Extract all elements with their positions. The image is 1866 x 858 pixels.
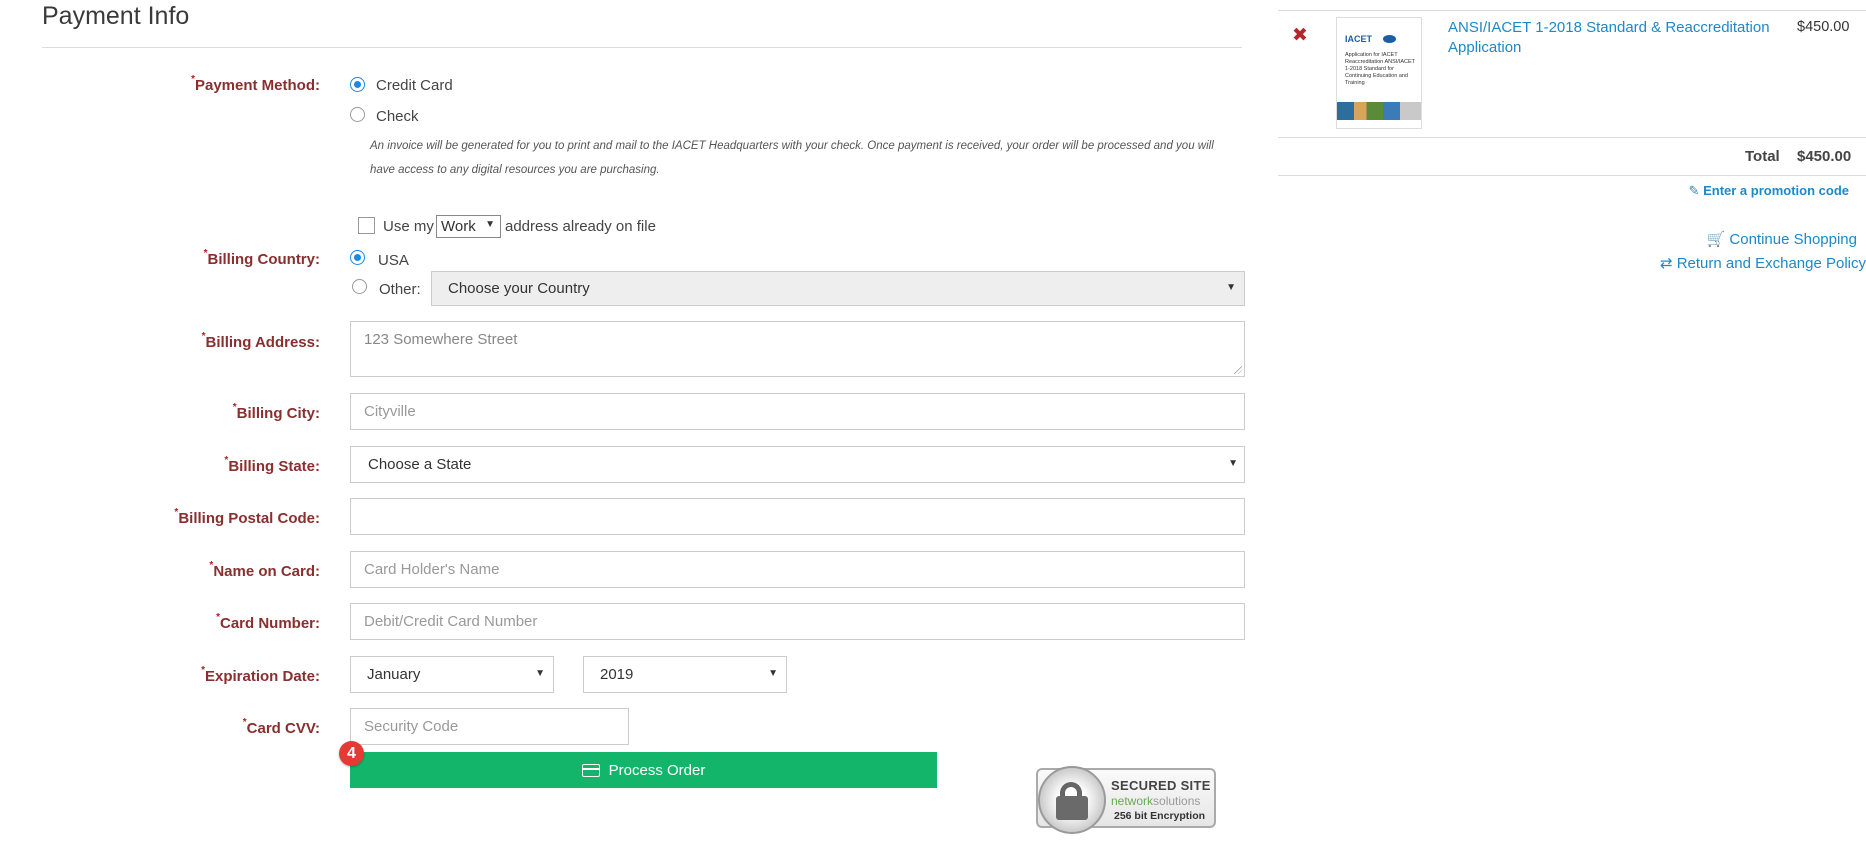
seal-encryption: 256 bit Encryption [1114, 810, 1206, 822]
expiration-year-select[interactable]: 2019 ▼ [583, 656, 787, 693]
thumb-logo-mark [1383, 35, 1396, 43]
address-type-select[interactable]: Work ▼ [436, 215, 501, 238]
step-badge: 4 [339, 741, 364, 766]
cart-top-divider [1278, 10, 1866, 11]
expiration-year-value: 2019 [600, 666, 634, 683]
process-order-button[interactable]: Process Order [350, 752, 937, 788]
check-radio[interactable] [350, 107, 365, 122]
card-number-label: *Card Number: [216, 612, 320, 632]
name-on-card-placeholder: Card Holder's Name [364, 561, 500, 578]
return-policy-link[interactable]: ⇄ Return and Exchange Policy [1660, 254, 1866, 272]
usa-radio-label[interactable]: USA [378, 252, 409, 269]
chevron-down-icon: ▼ [768, 668, 778, 679]
title-divider [42, 47, 1242, 48]
billing-country-label: *Billing Country: [203, 248, 320, 268]
process-order-label: Process Order [608, 761, 706, 779]
billing-state-select[interactable]: Choose a State ▼ [350, 446, 1245, 483]
product-thumbnail[interactable]: IACET Application for IACET Reaccreditat… [1336, 17, 1422, 129]
credit-card-radio-label[interactable]: Credit Card [376, 77, 453, 94]
billing-city-input[interactable]: Cityville [350, 393, 1245, 430]
country-select-value: Choose your Country [448, 280, 590, 297]
usa-radio[interactable] [350, 250, 365, 265]
payment-method-label: *Payment Method: [191, 74, 320, 94]
page-title-text: Payment Info [42, 2, 190, 30]
seal-title: SECURED SITE [1111, 778, 1211, 793]
card-number-placeholder: Debit/Credit Card Number [364, 613, 538, 630]
tag-icon: ✎ [1688, 183, 1700, 198]
chevron-down-icon: ▼ [535, 668, 545, 679]
billing-state-label: *Billing State: [224, 455, 320, 475]
check-radio-label[interactable]: Check [376, 108, 419, 125]
thumb-photo-strip [1337, 102, 1421, 120]
exchange-icon: ⇄ [1659, 255, 1673, 272]
chevron-down-icon: ▼ [485, 219, 495, 230]
credit-card-icon [581, 763, 600, 777]
billing-state-value: Choose a State [368, 456, 472, 473]
name-on-card-input[interactable]: Card Holder's Name [350, 551, 1245, 588]
page-title: Payment Info [42, 2, 189, 31]
billing-address-input[interactable]: 123 Somewhere Street [350, 321, 1245, 377]
billing-city-label: *Billing City: [232, 402, 320, 422]
billing-postal-input[interactable] [350, 498, 1245, 535]
cvv-input[interactable]: Security Code [350, 708, 629, 745]
secured-site-seal[interactable]: SECURED SITE networksolutions 256 bit En… [1036, 766, 1216, 834]
cart-item-divider [1278, 137, 1866, 138]
resize-handle-icon[interactable] [1234, 366, 1242, 374]
address-type-value: Work [441, 218, 476, 235]
name-on-card-label: *Name on Card: [209, 560, 320, 580]
cvv-label: *Card CVV: [242, 717, 320, 737]
item-price: $450.00 [1797, 19, 1850, 35]
seal-brand: networksolutions [1111, 794, 1201, 808]
remove-item-icon[interactable]: ✖ [1292, 24, 1308, 47]
cvv-placeholder: Security Code [364, 718, 459, 735]
use-address-checkbox[interactable] [358, 217, 375, 234]
billing-city-placeholder: Cityville [364, 403, 416, 420]
continue-shopping-link[interactable]: 🛒 Continue Shopping [1707, 230, 1857, 248]
use-address-prefix: Use my [383, 218, 434, 235]
cart-total-divider [1278, 175, 1866, 176]
billing-address-placeholder: 123 Somewhere Street [364, 331, 518, 348]
card-number-input[interactable]: Debit/Credit Card Number [350, 603, 1245, 640]
total-value: $450.00 [1797, 148, 1852, 165]
expiration-month-select[interactable]: January ▼ [350, 656, 554, 693]
credit-card-radio[interactable] [350, 77, 365, 92]
total-label: Total [1745, 148, 1780, 165]
chevron-down-icon: ▼ [1226, 282, 1236, 293]
padlock-icon [1038, 766, 1106, 834]
cart-icon: 🛒 [1706, 231, 1726, 248]
billing-address-label: *Billing Address: [201, 331, 320, 351]
other-country-label[interactable]: Other: [379, 281, 421, 298]
expiration-label: *Expiration Date: [201, 665, 320, 685]
check-note: An invoice will be generated for you to … [370, 140, 1214, 176]
other-country-radio[interactable] [352, 279, 367, 294]
use-address-suffix: address already on file [505, 218, 656, 235]
chevron-down-icon: ▼ [1228, 458, 1238, 469]
country-select[interactable]: Choose your Country ▼ [431, 271, 1245, 306]
expiration-month-value: January [367, 666, 421, 683]
promo-code-link[interactable]: ✎ Enter a promotion code [1689, 183, 1849, 199]
billing-postal-label: *Billing Postal Code: [174, 507, 320, 527]
product-link[interactable]: ANSI/IACET 1-2018 Standard & Reaccredita… [1448, 18, 1778, 58]
